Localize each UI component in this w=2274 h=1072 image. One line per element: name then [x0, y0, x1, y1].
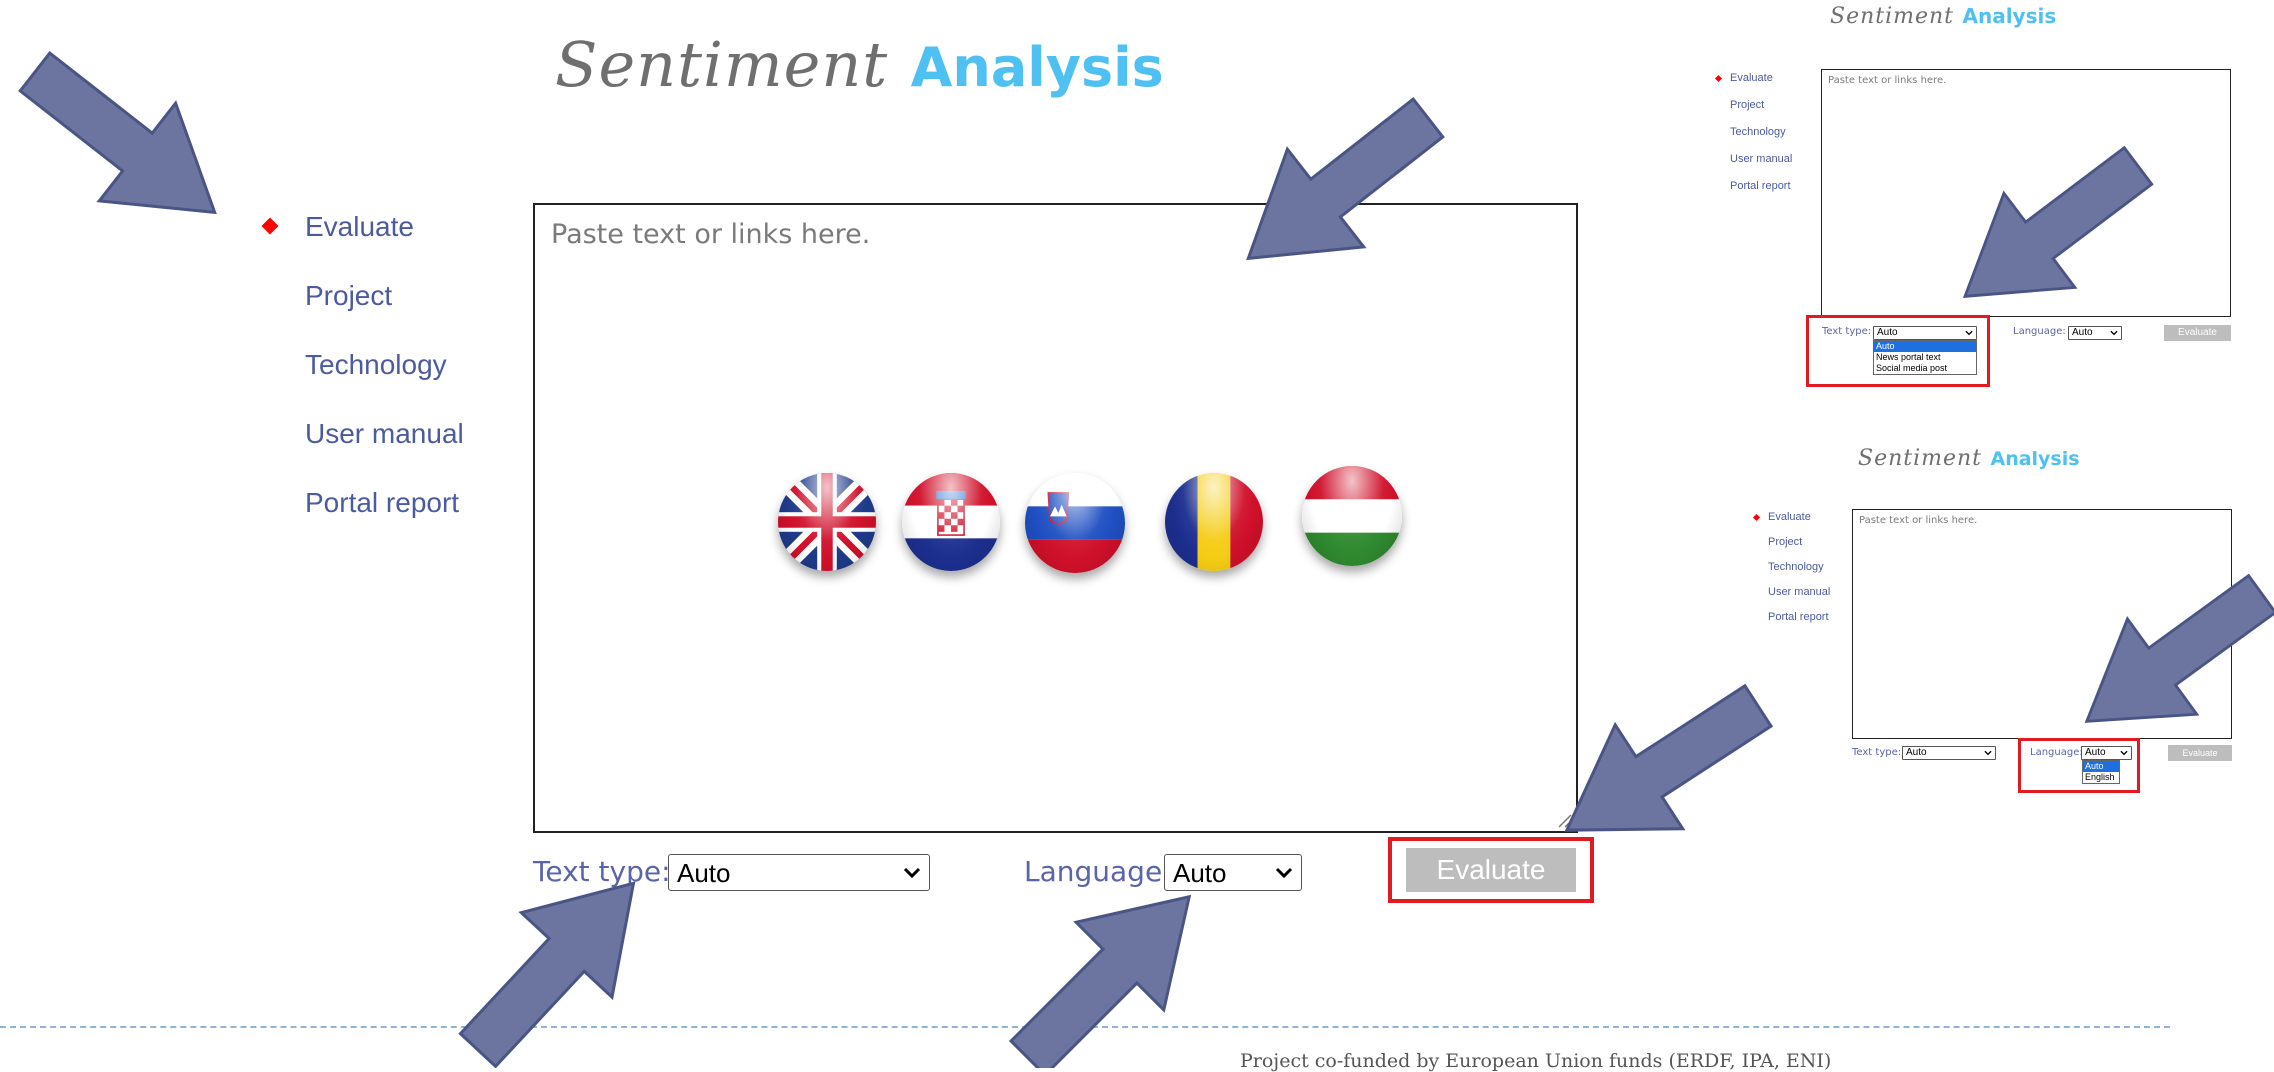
arrow-icon	[1208, 67, 1468, 309]
arrow-icon	[431, 839, 681, 1068]
arrow-icon	[2050, 544, 2274, 771]
arrow-icon	[982, 851, 1235, 1068]
arrow-icon	[1928, 117, 2175, 345]
arrow-icon	[0, 21, 255, 263]
annotation-arrows	[0, 21, 2274, 1068]
arrow-icon	[1531, 652, 1794, 884]
